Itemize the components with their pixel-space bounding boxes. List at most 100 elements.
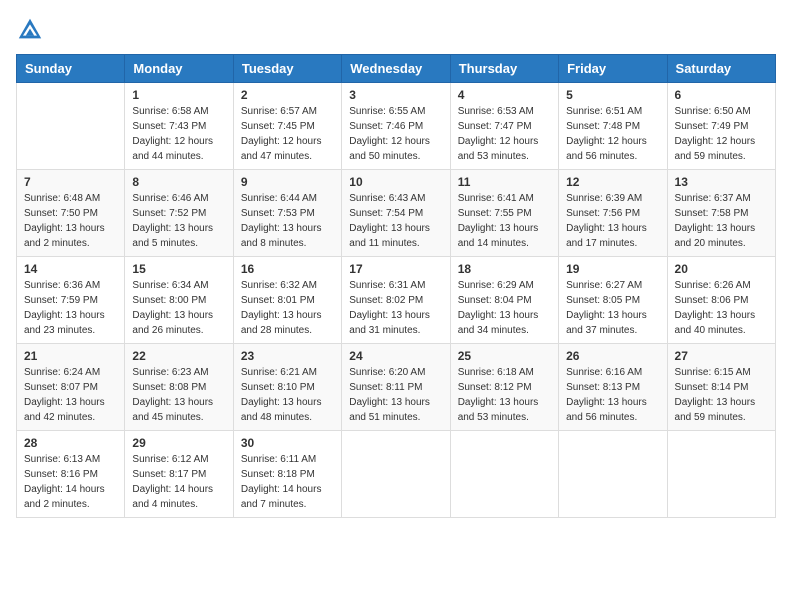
day-info: Sunrise: 6:39 AM Sunset: 7:56 PM Dayligh… — [566, 191, 659, 251]
day-info: Sunrise: 6:43 AM Sunset: 7:54 PM Dayligh… — [349, 191, 442, 251]
day-info: Sunrise: 6:12 AM Sunset: 8:17 PM Dayligh… — [132, 452, 225, 512]
day-info: Sunrise: 6:15 AM Sunset: 8:14 PM Dayligh… — [675, 365, 768, 425]
calendar-cell: 28 Sunrise: 6:13 AM Sunset: 8:16 PM Dayli… — [17, 431, 125, 518]
logo — [16, 16, 48, 44]
calendar-cell: 7 Sunrise: 6:48 AM Sunset: 7:50 PM Daylig… — [17, 170, 125, 257]
day-number: 22 — [132, 349, 225, 363]
calendar-cell: 27 Sunrise: 6:15 AM Sunset: 8:14 PM Dayli… — [667, 344, 775, 431]
day-number: 18 — [458, 262, 551, 276]
day-number: 10 — [349, 175, 442, 189]
day-info: Sunrise: 6:27 AM Sunset: 8:05 PM Dayligh… — [566, 278, 659, 338]
day-info: Sunrise: 6:26 AM Sunset: 8:06 PM Dayligh… — [675, 278, 768, 338]
calendar-week-row: 21Sunrise: 6:24 AM Sunset: 8:07 PM Dayli… — [17, 344, 776, 431]
day-info: Sunrise: 6:50 AM Sunset: 7:49 PM Dayligh… — [675, 104, 768, 164]
day-number: 4 — [458, 88, 551, 102]
calendar-cell: 22 Sunrise: 6:23 AM Sunset: 8:08 PM Dayli… — [125, 344, 233, 431]
day-number: 9 — [241, 175, 334, 189]
day-number: 23 — [241, 349, 334, 363]
day-info: Sunrise: 6:23 AM Sunset: 8:08 PM Dayligh… — [132, 365, 225, 425]
day-number: 5 — [566, 88, 659, 102]
calendar-cell: 1 Sunrise: 6:58 AM Sunset: 7:43 PM Daylig… — [125, 83, 233, 170]
day-number: 28 — [24, 436, 117, 450]
calendar-cell: 25 Sunrise: 6:18 AM Sunset: 8:12 PM Dayli… — [450, 344, 558, 431]
day-number: 15 — [132, 262, 225, 276]
calendar-cell: 26 Sunrise: 6:16 AM Sunset: 8:13 PM Dayli… — [559, 344, 667, 431]
day-number: 6 — [675, 88, 768, 102]
calendar-cell: 13 Sunrise: 6:37 AM Sunset: 7:58 PM Dayli… — [667, 170, 775, 257]
calendar-cell: 6 Sunrise: 6:50 AM Sunset: 7:49 PM Daylig… — [667, 83, 775, 170]
calendar-day-header: Friday — [559, 55, 667, 83]
day-info: Sunrise: 6:34 AM Sunset: 8:00 PM Dayligh… — [132, 278, 225, 338]
day-info: Sunrise: 6:18 AM Sunset: 8:12 PM Dayligh… — [458, 365, 551, 425]
calendar-week-row: 1 Sunrise: 6:58 AM Sunset: 7:43 PM Daylig… — [17, 83, 776, 170]
day-number: 7 — [24, 175, 117, 189]
day-info: Sunrise: 6:57 AM Sunset: 7:45 PM Dayligh… — [241, 104, 334, 164]
day-info: Sunrise: 6:46 AM Sunset: 7:52 PM Dayligh… — [132, 191, 225, 251]
day-number: 16 — [241, 262, 334, 276]
day-info: Sunrise: 6:20 AM Sunset: 8:11 PM Dayligh… — [349, 365, 442, 425]
day-number: 12 — [566, 175, 659, 189]
day-info: Sunrise: 6:21 AM Sunset: 8:10 PM Dayligh… — [241, 365, 334, 425]
calendar-week-row: 7 Sunrise: 6:48 AM Sunset: 7:50 PM Daylig… — [17, 170, 776, 257]
calendar-cell: 2 Sunrise: 6:57 AM Sunset: 7:45 PM Daylig… — [233, 83, 341, 170]
calendar-cell: 23 Sunrise: 6:21 AM Sunset: 8:10 PM Dayli… — [233, 344, 341, 431]
calendar-cell: 14Sunrise: 6:36 AM Sunset: 7:59 PM Dayli… — [17, 257, 125, 344]
calendar-header-row: SundayMondayTuesdayWednesdayThursdayFrid… — [17, 55, 776, 83]
calendar-cell — [667, 431, 775, 518]
calendar-table: SundayMondayTuesdayWednesdayThursdayFrid… — [16, 54, 776, 518]
calendar-day-header: Saturday — [667, 55, 775, 83]
calendar-day-header: Thursday — [450, 55, 558, 83]
day-number: 8 — [132, 175, 225, 189]
day-info: Sunrise: 6:44 AM Sunset: 7:53 PM Dayligh… — [241, 191, 334, 251]
day-number: 30 — [241, 436, 334, 450]
day-info: Sunrise: 6:37 AM Sunset: 7:58 PM Dayligh… — [675, 191, 768, 251]
day-number: 14 — [24, 262, 117, 276]
day-info: Sunrise: 6:48 AM Sunset: 7:50 PM Dayligh… — [24, 191, 117, 251]
day-info: Sunrise: 6:29 AM Sunset: 8:04 PM Dayligh… — [458, 278, 551, 338]
calendar-day-header: Sunday — [17, 55, 125, 83]
day-number: 29 — [132, 436, 225, 450]
calendar-cell: 3 Sunrise: 6:55 AM Sunset: 7:46 PM Daylig… — [342, 83, 450, 170]
day-number: 3 — [349, 88, 442, 102]
day-number: 17 — [349, 262, 442, 276]
day-info: Sunrise: 6:58 AM Sunset: 7:43 PM Dayligh… — [132, 104, 225, 164]
calendar-cell: 16Sunrise: 6:32 AM Sunset: 8:01 PM Dayli… — [233, 257, 341, 344]
day-info: Sunrise: 6:55 AM Sunset: 7:46 PM Dayligh… — [349, 104, 442, 164]
calendar-cell: 5 Sunrise: 6:51 AM Sunset: 7:48 PM Daylig… — [559, 83, 667, 170]
calendar-cell: 20 Sunrise: 6:26 AM Sunset: 8:06 PM Dayli… — [667, 257, 775, 344]
day-info: Sunrise: 6:51 AM Sunset: 7:48 PM Dayligh… — [566, 104, 659, 164]
day-info: Sunrise: 6:13 AM Sunset: 8:16 PM Dayligh… — [24, 452, 117, 512]
day-number: 11 — [458, 175, 551, 189]
calendar-week-row: 28 Sunrise: 6:13 AM Sunset: 8:16 PM Dayli… — [17, 431, 776, 518]
calendar-cell — [559, 431, 667, 518]
day-number: 26 — [566, 349, 659, 363]
day-number: 1 — [132, 88, 225, 102]
day-number: 13 — [675, 175, 768, 189]
calendar-cell: 15 Sunrise: 6:34 AM Sunset: 8:00 PM Dayli… — [125, 257, 233, 344]
calendar-cell: 4 Sunrise: 6:53 AM Sunset: 7:47 PM Daylig… — [450, 83, 558, 170]
calendar-cell: 10 Sunrise: 6:43 AM Sunset: 7:54 PM Dayli… — [342, 170, 450, 257]
calendar-day-header: Wednesday — [342, 55, 450, 83]
day-number: 20 — [675, 262, 768, 276]
day-number: 27 — [675, 349, 768, 363]
calendar-cell: 19 Sunrise: 6:27 AM Sunset: 8:05 PM Dayli… — [559, 257, 667, 344]
calendar-cell: 12 Sunrise: 6:39 AM Sunset: 7:56 PM Dayli… — [559, 170, 667, 257]
day-info: Sunrise: 6:16 AM Sunset: 8:13 PM Dayligh… — [566, 365, 659, 425]
day-info: Sunrise: 6:53 AM Sunset: 7:47 PM Dayligh… — [458, 104, 551, 164]
calendar-cell: 9 Sunrise: 6:44 AM Sunset: 7:53 PM Daylig… — [233, 170, 341, 257]
day-number: 2 — [241, 88, 334, 102]
calendar-cell: 8 Sunrise: 6:46 AM Sunset: 7:52 PM Daylig… — [125, 170, 233, 257]
calendar-day-header: Tuesday — [233, 55, 341, 83]
logo-icon — [16, 16, 44, 44]
day-info: Sunrise: 6:31 AM Sunset: 8:02 PM Dayligh… — [349, 278, 442, 338]
calendar-cell: 18 Sunrise: 6:29 AM Sunset: 8:04 PM Dayli… — [450, 257, 558, 344]
day-number: 21 — [24, 349, 117, 363]
day-number: 25 — [458, 349, 551, 363]
day-info: Sunrise: 6:41 AM Sunset: 7:55 PM Dayligh… — [458, 191, 551, 251]
day-number: 19 — [566, 262, 659, 276]
calendar-cell: 24Sunrise: 6:20 AM Sunset: 8:11 PM Dayli… — [342, 344, 450, 431]
calendar-cell — [17, 83, 125, 170]
calendar-cell — [450, 431, 558, 518]
page-header — [16, 16, 776, 44]
calendar-cell: 21Sunrise: 6:24 AM Sunset: 8:07 PM Dayli… — [17, 344, 125, 431]
